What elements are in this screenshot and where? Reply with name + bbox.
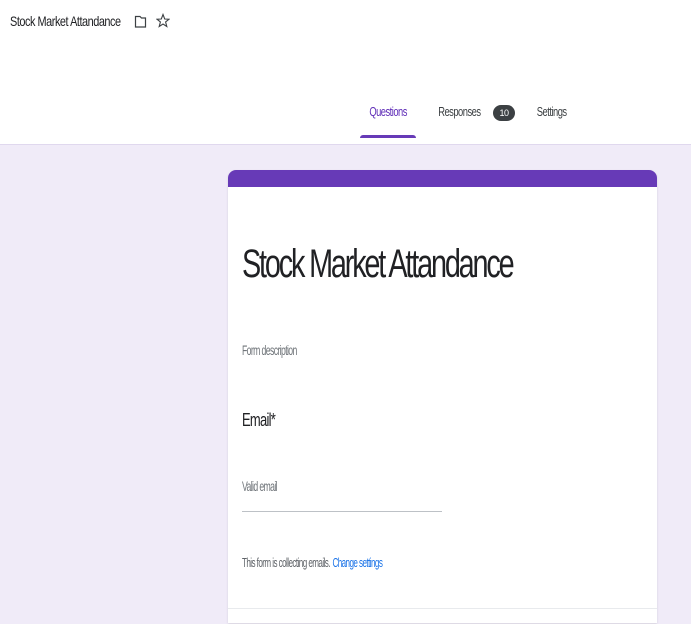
tab-settings-label: Settings <box>536 104 567 119</box>
form-description-field[interactable]: Form description <box>242 342 297 358</box>
top-bar: Stock Market Attandance Questions Respon… <box>0 0 691 138</box>
tab-responses-label: Responses <box>438 104 481 119</box>
doc-title-row: Stock Market Attandance <box>10 12 171 30</box>
tab-questions-label: Questions <box>369 104 407 119</box>
email-collection-notice: This form is collecting emails. Change se… <box>242 555 383 570</box>
question-label: Email* <box>242 410 276 431</box>
tab-settings[interactable]: Settings <box>529 98 574 138</box>
star-icon[interactable] <box>155 12 171 30</box>
doc-title[interactable]: Stock Market Attandance <box>10 13 121 29</box>
responses-count-badge: 10 <box>492 105 515 121</box>
required-marker: * <box>270 410 276 430</box>
folder-icon[interactable] <box>133 12 149 30</box>
notice-text: This form is collecting emails. <box>242 555 331 570</box>
card-divider <box>228 608 657 609</box>
form-title[interactable]: Stock Market Attandance <box>242 242 515 287</box>
change-settings-link[interactable]: Change settings <box>332 555 382 570</box>
form-header-card: Stock Market Attandance Form description… <box>228 170 657 623</box>
card-accent-bar <box>228 170 657 187</box>
tab-responses[interactable]: Responses 10 <box>428 98 517 138</box>
form-tabs: Questions Responses 10 Settings <box>360 98 574 144</box>
question-label-text: Email <box>242 410 272 430</box>
email-field[interactable] <box>242 470 442 512</box>
tab-questions[interactable]: Questions <box>360 98 417 138</box>
